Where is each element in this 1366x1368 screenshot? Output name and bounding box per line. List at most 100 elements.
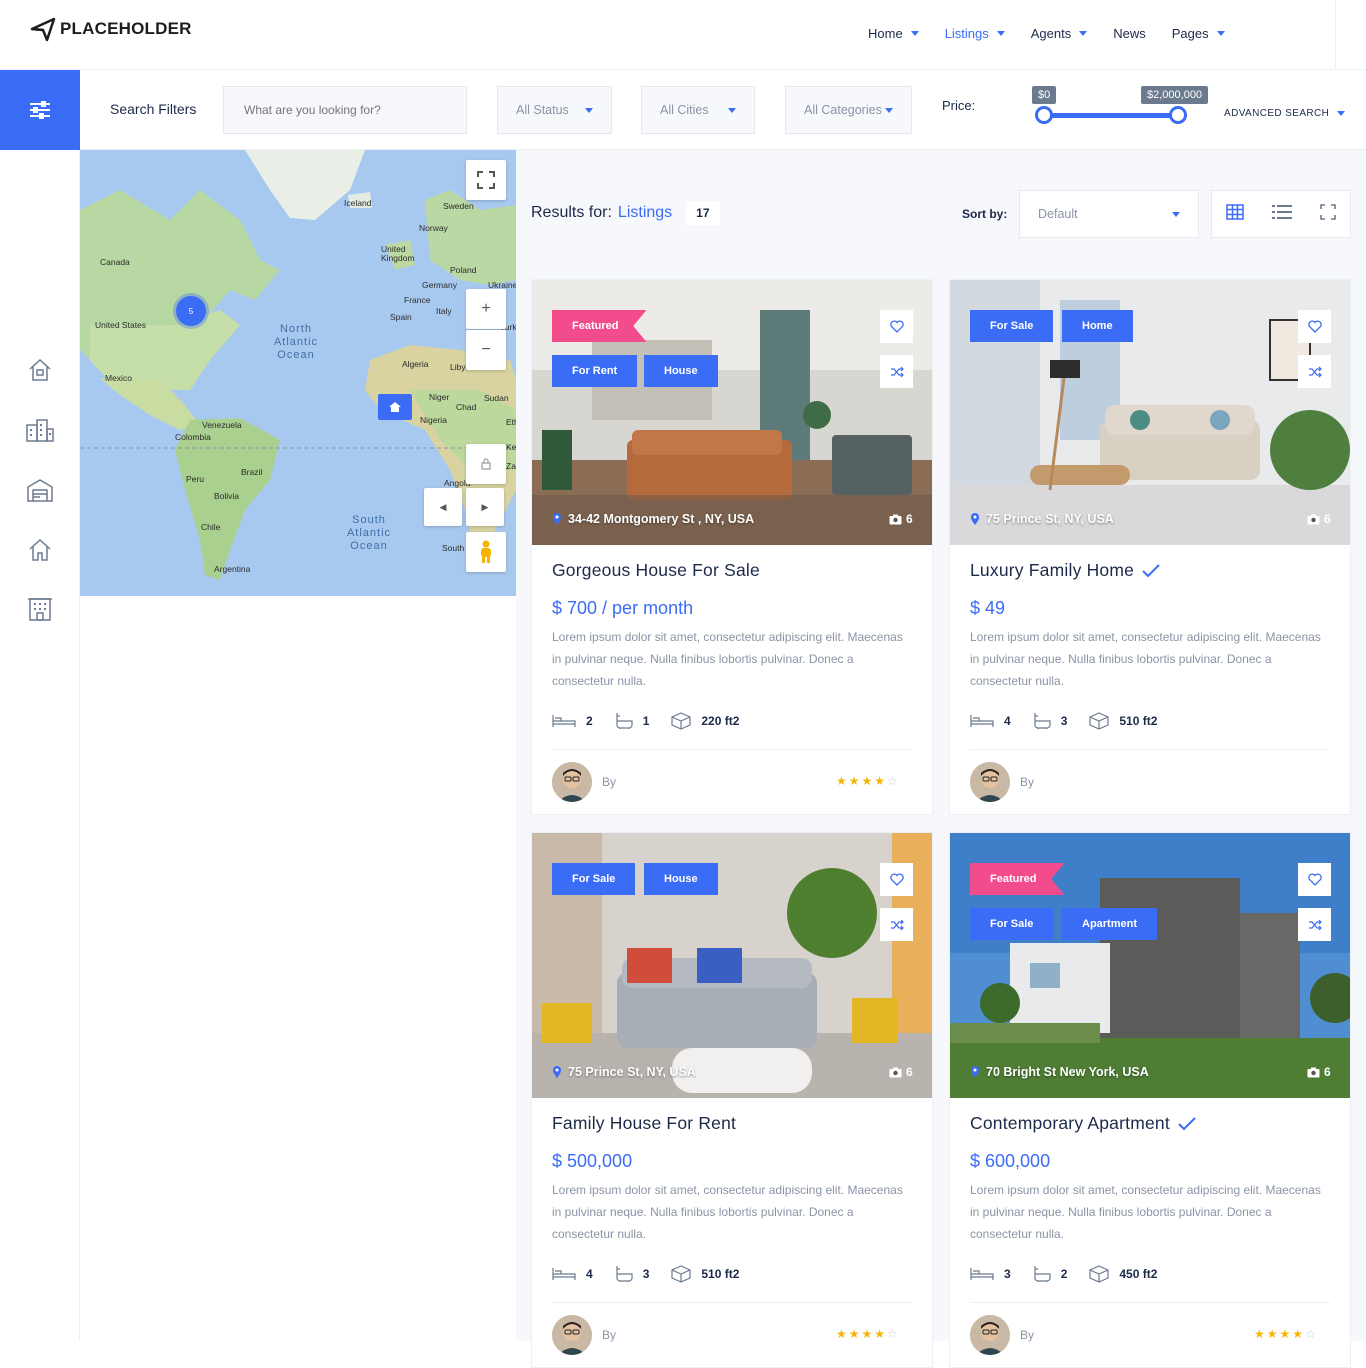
- compare-button[interactable]: [1298, 355, 1331, 388]
- agent-avatar[interactable]: [970, 1315, 1010, 1355]
- listing-address: 75 Prince St, NY, USA: [552, 1065, 696, 1079]
- map-label-mexico: Mexico: [105, 373, 132, 383]
- favorite-button[interactable]: [1298, 310, 1331, 343]
- nav-home[interactable]: Home: [868, 26, 919, 41]
- favorite-button[interactable]: [880, 310, 913, 343]
- search-input[interactable]: [223, 86, 467, 134]
- map-street-view-button[interactable]: [466, 532, 506, 572]
- star-empty-icon: ☆: [887, 774, 898, 788]
- rating-stars: ★ ★ ★ ★ ☆: [836, 774, 898, 788]
- brand-logo[interactable]: PLACEHOLDER: [30, 16, 192, 42]
- listing-agent[interactable]: By: [970, 762, 1034, 802]
- cities-select[interactable]: All Cities: [641, 86, 755, 134]
- listing-title[interactable]: Luxury Family Home: [970, 560, 1160, 581]
- agent-avatar[interactable]: [552, 762, 592, 802]
- agent-avatar[interactable]: [970, 762, 1010, 802]
- listing-agent[interactable]: By: [552, 762, 616, 802]
- photo-count-value: 6: [1324, 1065, 1331, 1079]
- minus-icon: −: [481, 341, 491, 358]
- favorite-button[interactable]: [880, 863, 913, 896]
- map-lock-button[interactable]: [466, 444, 506, 484]
- grid-view-button[interactable]: [1226, 203, 1244, 225]
- compare-button[interactable]: [880, 908, 913, 941]
- listings-map[interactable]: Iceland Sweden Norway United Kingdom Pol…: [80, 150, 516, 596]
- type-tag[interactable]: House: [644, 863, 718, 895]
- map-next-button[interactable]: ▶: [466, 488, 504, 526]
- status-tag[interactable]: For Sale: [552, 863, 636, 895]
- advanced-search-toggle[interactable]: ADVANCED SEARCH: [1224, 108, 1346, 119]
- rating-stars: ★ ★ ★ ★ ☆: [836, 1327, 898, 1341]
- map-label-norway: Norway: [419, 223, 448, 233]
- bathrooms: 1: [615, 712, 649, 730]
- map-label-eth: Eth: [506, 417, 516, 427]
- map-label-niger: Niger: [429, 392, 450, 402]
- listing-card[interactable]: Featured For Rent House 34-42 Montgomery…: [531, 279, 933, 815]
- listing-title[interactable]: Contemporary Apartment: [970, 1113, 1196, 1134]
- bed-icon: [552, 715, 576, 727]
- brand-name: PLACEHOLDER: [60, 19, 192, 38]
- agent-avatar[interactable]: [552, 1315, 592, 1355]
- map-fullscreen-button[interactable]: [466, 160, 506, 200]
- cities-select-value: All Cities: [660, 103, 709, 117]
- filter-bar: Search Filters All Status All Cities All…: [0, 70, 1366, 150]
- listing-address-text: 34-42 Montgomery St , NY, USA: [568, 512, 755, 526]
- listing-card[interactable]: Featured For Sale Apartment 70 Bright St…: [949, 832, 1351, 1368]
- nav-agents[interactable]: Agents: [1031, 26, 1088, 41]
- listing-agent[interactable]: By: [552, 1315, 616, 1355]
- filter-toggle-button[interactable]: [0, 70, 80, 150]
- nav-listings[interactable]: Listings: [945, 26, 1005, 41]
- sidebar-item-home[interactable]: [25, 535, 55, 565]
- sidebar-item-apartment[interactable]: [25, 594, 55, 624]
- compare-button[interactable]: [1298, 908, 1331, 941]
- sidebar-item-office[interactable]: [25, 415, 55, 445]
- bed-icon: [970, 715, 994, 727]
- results-link[interactable]: Listings: [618, 204, 672, 222]
- listing-photo[interactable]: Featured For Sale Apartment 70 Bright St…: [950, 833, 1350, 1098]
- list-view-button[interactable]: [1272, 204, 1292, 225]
- rating-stars: ★ ★ ★ ★ ☆: [1254, 1327, 1316, 1341]
- listing-card[interactable]: For Sale House 75 Prince St, NY, USA 6 F…: [531, 832, 933, 1368]
- star-filled-icon: ★: [1266, 1327, 1278, 1341]
- listing-photo[interactable]: For Sale Home 75 Prince St, NY, USA 6: [950, 280, 1350, 545]
- listing-agent[interactable]: By: [970, 1315, 1034, 1355]
- price-max-handle[interactable]: [1169, 106, 1187, 124]
- price-min-handle[interactable]: [1035, 106, 1053, 124]
- bedrooms-value: 2: [586, 714, 593, 728]
- price-label: Price:: [942, 98, 976, 113]
- home-icon: [389, 402, 401, 412]
- sidebar-item-house[interactable]: [25, 355, 55, 385]
- price-slider-track[interactable]: [1040, 113, 1180, 118]
- sort-select[interactable]: Default: [1019, 190, 1199, 238]
- map-zoom-in-button[interactable]: +: [466, 289, 506, 329]
- map-property-marker[interactable]: [378, 394, 412, 420]
- nav-pages[interactable]: Pages: [1172, 26, 1225, 41]
- area: 450 ft2: [1089, 1265, 1157, 1283]
- nav-news[interactable]: News: [1113, 26, 1146, 41]
- categories-select[interactable]: All Categories: [785, 86, 912, 134]
- status-tag[interactable]: For Sale: [970, 310, 1054, 342]
- type-tag[interactable]: Apartment: [1062, 908, 1158, 940]
- status-tag[interactable]: For Rent: [552, 355, 638, 387]
- map-prev-button[interactable]: ◀: [424, 488, 462, 526]
- listing-card[interactable]: For Sale Home 75 Prince St, NY, USA 6 Lu…: [949, 279, 1351, 815]
- listing-photo[interactable]: For Sale House 75 Prince St, NY, USA 6: [532, 833, 932, 1098]
- compare-button[interactable]: [880, 355, 913, 388]
- card-divider: [552, 1302, 912, 1303]
- photo-count: 6: [1307, 512, 1331, 526]
- agent-by-label: By: [602, 1328, 617, 1342]
- bedrooms-value: 3: [1004, 1267, 1011, 1281]
- sidebar-item-warehouse[interactable]: [25, 475, 55, 505]
- status-select[interactable]: All Status: [497, 86, 612, 134]
- map-zoom-out-button[interactable]: −: [466, 330, 506, 370]
- type-tag[interactable]: House: [644, 355, 718, 387]
- listing-photo[interactable]: Featured For Rent House 34-42 Montgomery…: [532, 280, 932, 545]
- listing-price: $ 49: [970, 598, 1006, 618]
- map-cluster-marker[interactable]: 5: [176, 296, 206, 326]
- heart-icon: [889, 320, 904, 333]
- favorite-button[interactable]: [1298, 863, 1331, 896]
- fullscreen-view-button[interactable]: [1320, 203, 1336, 225]
- status-tag[interactable]: For Sale: [970, 908, 1054, 940]
- listing-title[interactable]: Family House For Rent: [552, 1113, 736, 1134]
- listing-title[interactable]: Gorgeous House For Sale: [552, 560, 760, 581]
- type-tag[interactable]: Home: [1062, 310, 1133, 342]
